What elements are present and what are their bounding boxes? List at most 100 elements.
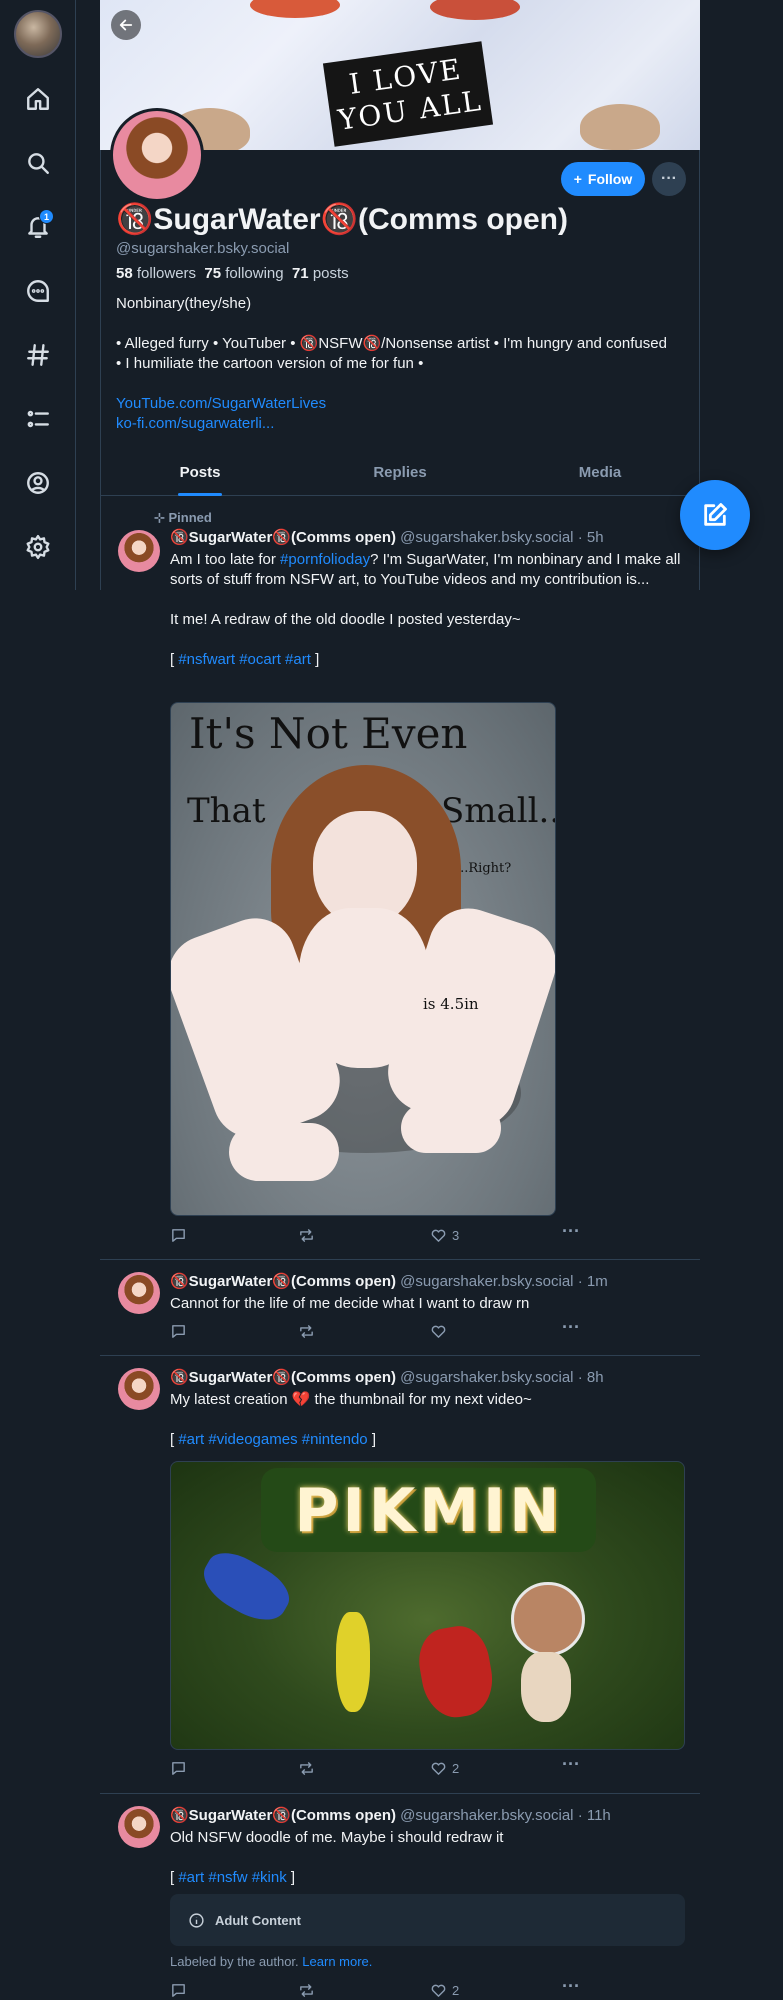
hashtag-links[interactable]: #nsfwart #ocart #art	[178, 651, 311, 668]
following-link[interactable]: 75 following	[204, 265, 283, 282]
reply-button[interactable]	[170, 1982, 187, 1999]
post-image-drawing[interactable]: It's Not Even That Small... ...Right? is…	[170, 702, 556, 1216]
compose-button[interactable]	[680, 480, 750, 550]
repost-button[interactable]	[298, 1982, 315, 1999]
red-pikmin	[413, 1621, 499, 1723]
left-nav-rail: 1	[0, 0, 76, 590]
post-more-button[interactable]: ···	[562, 1221, 580, 1242]
info-icon	[189, 1912, 204, 1928]
like-button[interactable]: 3	[430, 1227, 459, 1244]
author-name[interactable]: 🔞SugarWater🔞(Comms open)	[170, 1807, 396, 1824]
posts-count: 71 posts	[291, 265, 349, 282]
post-meta: 🔞SugarWater🔞(Comms open) @sugarshaker.bs…	[170, 1272, 690, 1292]
like-count: 2	[452, 1761, 460, 1776]
profile-icon[interactable]	[22, 467, 54, 499]
follow-button[interactable]: + Follow	[561, 162, 645, 196]
post-time[interactable]: · 1m	[578, 1273, 608, 1290]
author-handle[interactable]: @sugarshaker.bsky.social	[400, 1807, 573, 1824]
like-button[interactable]	[430, 1323, 452, 1340]
post-time[interactable]: · 11h	[578, 1807, 611, 1824]
olimar-helmet	[511, 1582, 585, 1656]
post-more-button[interactable]: ···	[562, 1754, 580, 1775]
gear-icon[interactable]	[22, 531, 54, 563]
notification-badge: 1	[39, 209, 54, 224]
search-icon[interactable]	[22, 147, 54, 179]
post-more-button[interactable]: ···	[562, 1317, 580, 1338]
author-handle[interactable]: @sugarshaker.bsky.social	[400, 1369, 573, 1386]
post-image-thumbnail[interactable]: PIKMIN	[170, 1461, 685, 1750]
kofi-link[interactable]: ko-fi.com/sugarwaterli...	[116, 414, 676, 434]
author-handle[interactable]: @sugarshaker.bsky.social	[400, 529, 573, 546]
post-time[interactable]: · 8h	[578, 1369, 604, 1386]
image-title: PIKMIN	[294, 1476, 564, 1546]
label-notice: Labeled by the author. Learn more.	[170, 1954, 373, 1969]
my-avatar[interactable]	[14, 10, 62, 58]
reply-icon	[172, 1325, 185, 1338]
heart-icon	[431, 1325, 446, 1338]
followers-link[interactable]: 58 followers	[116, 265, 196, 282]
hashtag-links[interactable]: #art #videogames #nintendo	[178, 1431, 367, 1448]
post-actions: 2 ···	[170, 1976, 600, 2000]
bio-text: • Alleged furry • YouTuber • 🔞NSFW🔞/Nons…	[116, 335, 667, 372]
post-avatar[interactable]	[118, 1806, 160, 1848]
hashtag-links[interactable]: #art #nsfw #kink	[178, 1869, 286, 1886]
banner-crab	[250, 0, 340, 18]
post-meta: 🔞SugarWater🔞(Comms open) @sugarshaker.bs…	[170, 1368, 690, 1388]
reply-button[interactable]	[170, 1760, 187, 1777]
display-name: 🔞SugarWater🔞(Comms open)	[116, 203, 568, 236]
post-avatar[interactable]	[118, 530, 160, 572]
hashtag-link[interactable]: #pornfolioday	[280, 551, 370, 568]
back-button[interactable]	[111, 10, 141, 40]
reply-button[interactable]	[170, 1323, 187, 1340]
pin-icon: ⊹	[154, 510, 169, 525]
repost-button[interactable]	[298, 1760, 315, 1777]
home-icon[interactable]	[22, 83, 54, 115]
tab-media[interactable]: Media	[500, 452, 700, 495]
post-text: Cannot for the life of me decide what I …	[170, 1295, 530, 1312]
reply-button[interactable]	[170, 1227, 187, 1244]
author-name[interactable]: 🔞SugarWater🔞(Comms open)	[170, 1369, 396, 1386]
yellow-pikmin	[336, 1612, 370, 1712]
adult-content-label: Adult Content	[215, 1912, 301, 1928]
more-options-button[interactable]: ···	[652, 162, 686, 196]
post-time[interactable]: · 5h	[578, 529, 604, 546]
compose-icon	[704, 503, 727, 526]
reply-icon	[172, 1984, 185, 1997]
profile-bio: Nonbinary(they/she) • Alleged furry • Yo…	[116, 294, 676, 434]
post-avatar[interactable]	[118, 1272, 160, 1314]
repost-button[interactable]	[298, 1227, 315, 1244]
profile-stats: 58 followers 75 following 71 posts	[116, 265, 349, 282]
divider	[100, 1259, 700, 1260]
post-actions: 3 ···	[170, 1221, 600, 1247]
banner-sign: I LOVE YOU ALL	[322, 41, 494, 147]
youtube-link[interactable]: YouTube.com/SugarWaterLives	[116, 394, 676, 414]
repost-button[interactable]	[298, 1323, 315, 1340]
profile-tabs: Posts Replies Media	[100, 452, 700, 496]
reply-icon	[172, 1229, 185, 1242]
like-button[interactable]: 2	[430, 1982, 459, 1999]
heart-icon	[431, 1229, 446, 1242]
author-name[interactable]: 🔞SugarWater🔞(Comms open)	[170, 1273, 396, 1290]
profile-handle: @sugarshaker.bsky.social	[116, 240, 290, 257]
tab-replies[interactable]: Replies	[300, 452, 500, 495]
author-name[interactable]: 🔞SugarWater🔞(Comms open)	[170, 529, 396, 546]
banner-frog	[580, 104, 660, 150]
bell-icon[interactable]: 1	[22, 209, 54, 243]
learn-more-link[interactable]: Learn more.	[302, 1954, 372, 1969]
post-avatar[interactable]	[118, 1368, 160, 1410]
reply-icon	[172, 1762, 185, 1775]
profile-avatar[interactable]	[110, 108, 204, 202]
tab-posts[interactable]: Posts	[100, 452, 300, 495]
post-more-button[interactable]: ···	[562, 1976, 580, 1997]
heart-icon	[431, 1762, 446, 1775]
like-count: 2	[452, 1983, 460, 1998]
chat-icon[interactable]	[22, 275, 54, 307]
like-button[interactable]: 2	[430, 1760, 459, 1777]
hashtag-icon[interactable]	[22, 339, 54, 371]
pronouns: Nonbinary(they/she)	[116, 295, 252, 312]
author-handle[interactable]: @sugarshaker.bsky.social	[400, 1273, 573, 1290]
list-icon[interactable]	[22, 403, 54, 435]
adult-content-warning[interactable]: Adult Content	[170, 1894, 685, 1946]
repost-icon	[300, 1984, 313, 1997]
follow-label: Follow	[587, 171, 633, 187]
